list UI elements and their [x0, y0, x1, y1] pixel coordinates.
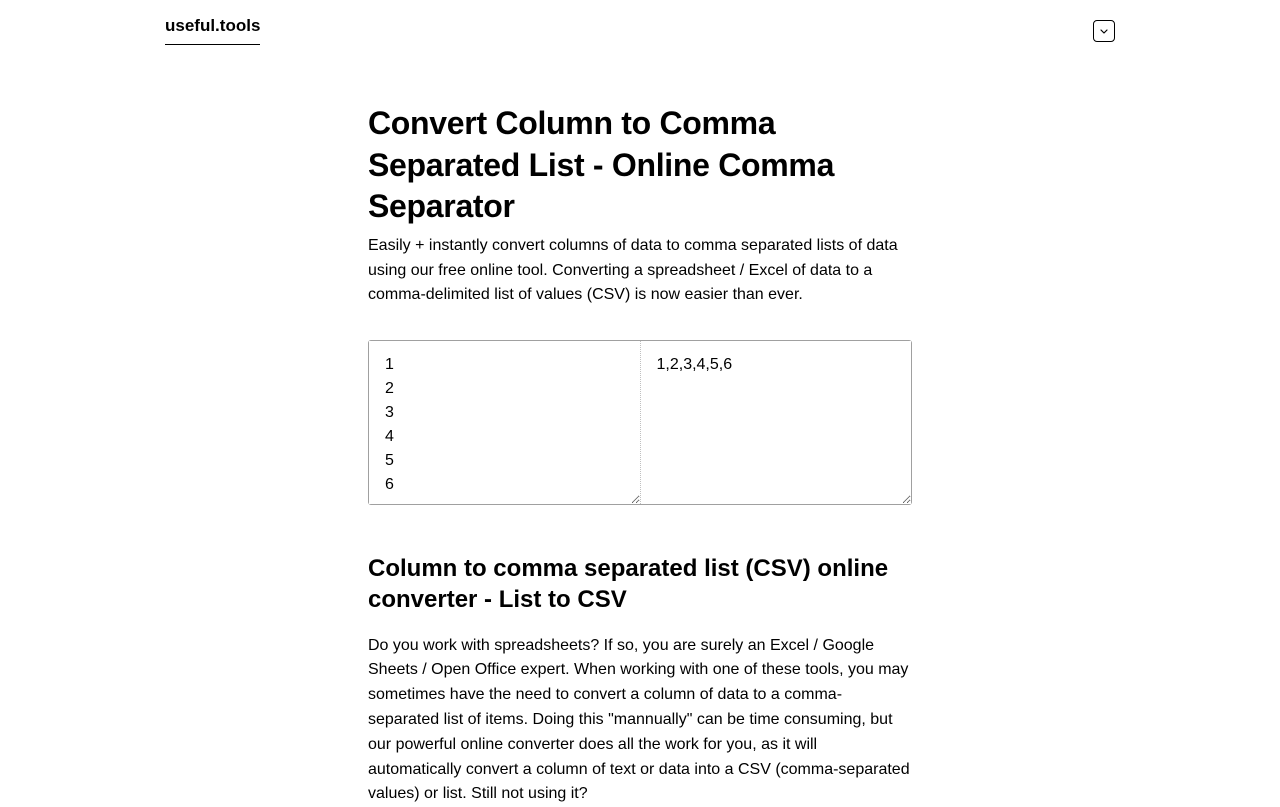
menu-toggle-button[interactable] — [1093, 20, 1115, 42]
converter-panel — [368, 340, 912, 505]
intro-text: Easily + instantly convert columns of da… — [368, 234, 912, 308]
main-content: Convert Column to Comma Separated List -… — [368, 61, 912, 807]
chevron-down-icon — [1100, 26, 1108, 36]
site-logo[interactable]: useful.tools — [165, 16, 260, 45]
section-body: Do you work with spreadsheets? If so, yo… — [368, 634, 912, 807]
site-header: useful.tools — [0, 0, 1280, 61]
page-title: Convert Column to Comma Separated List -… — [368, 103, 912, 228]
section-subtitle: Column to comma separated list (CSV) onl… — [368, 553, 912, 615]
csv-output[interactable] — [641, 341, 912, 504]
column-input[interactable] — [369, 341, 641, 504]
